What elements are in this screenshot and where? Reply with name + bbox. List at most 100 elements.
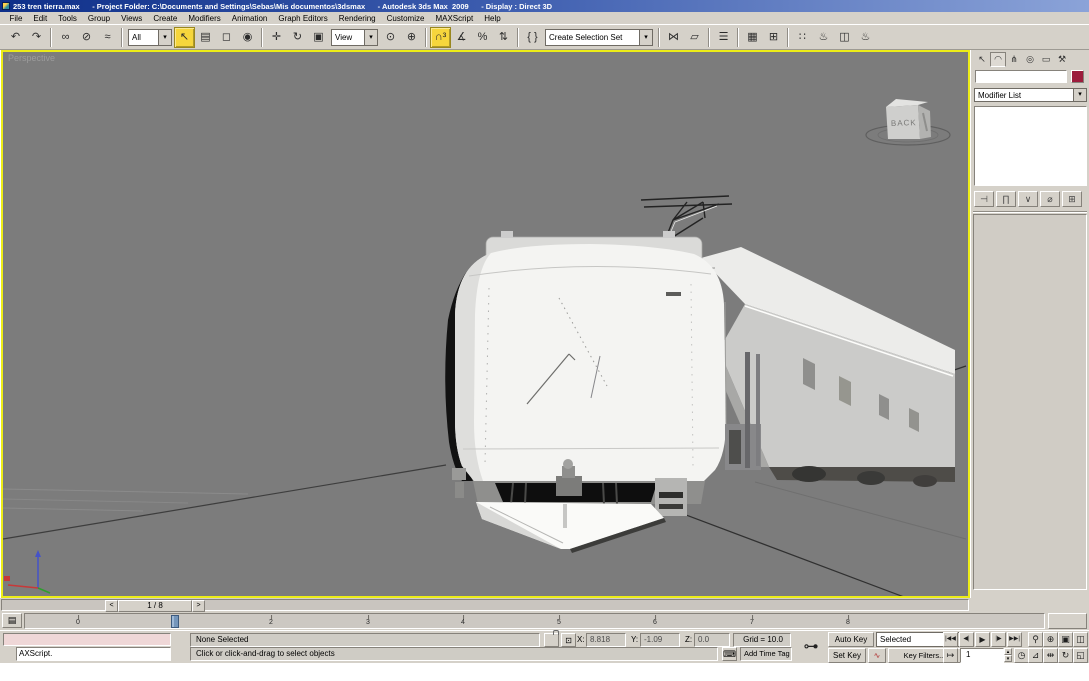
perspective-viewport[interactable]: BACK Perspective (1, 50, 970, 598)
menu-rendering[interactable]: Rendering (333, 14, 381, 23)
select-and-rotate-icon[interactable]: ↻ (287, 27, 308, 48)
selection-filter-dropdown[interactable]: All ▾ (128, 29, 172, 46)
percent-snap-icon[interactable]: % (472, 27, 493, 48)
tab-motion-icon[interactable]: ◎ (1022, 52, 1038, 67)
quick-render-icon[interactable]: ♨ (855, 27, 876, 48)
snap-toggle-3d-icon[interactable]: ∩³ (430, 27, 451, 48)
frame-spinner[interactable]: ▴ ▾ (1004, 648, 1012, 663)
add-time-tag-field[interactable]: Add Time Tag (740, 647, 792, 661)
render-setup-icon[interactable]: ♨ (813, 27, 834, 48)
rendered-frame-window-icon[interactable]: ◫ (834, 27, 855, 48)
select-and-link-icon[interactable]: ∞ (55, 27, 76, 48)
rollout-area[interactable] (973, 214, 1087, 590)
track-bar-ruler[interactable]: 0 1 2 3 4 5 6 7 8 (24, 613, 1045, 629)
angle-snap-icon[interactable]: ∡ (451, 27, 472, 48)
use-pivot-point-center-icon[interactable]: ⊙ (380, 27, 401, 48)
selection-lock-toggle[interactable] (544, 633, 559, 647)
view-cube[interactable]: BACK (866, 99, 950, 145)
menu-views[interactable]: Views (116, 14, 148, 23)
train-model[interactable] (445, 196, 955, 553)
modifier-stack-list[interactable] (974, 106, 1087, 186)
select-and-move-icon[interactable]: ✛ (266, 27, 287, 48)
curve-editor-icon[interactable]: ▦ (742, 27, 763, 48)
spinner-down-icon[interactable]: ▾ (1004, 655, 1012, 662)
time-slider-frame-label[interactable]: 1 / 8 (118, 600, 192, 612)
modifier-list-dropdown[interactable]: Modifier List ▾ (974, 88, 1087, 102)
spinner-up-icon[interactable]: ▴ (1004, 648, 1012, 655)
mirror-icon[interactable]: ⋈ (663, 27, 684, 48)
redo-icon[interactable]: ↷ (26, 27, 47, 48)
next-frame-button[interactable]: |▶ (991, 632, 1006, 647)
play-button[interactable]: ▶ (975, 632, 990, 647)
object-color-swatch[interactable] (1071, 70, 1084, 83)
material-editor-icon[interactable]: ∷ (792, 27, 813, 48)
next-frame-arrow-icon[interactable]: > (192, 600, 205, 612)
tab-utilities-icon[interactable]: ⚒ (1054, 52, 1070, 67)
y-coordinate-field[interactable]: -1.09 (640, 633, 680, 647)
viewport-3d-scene[interactable]: BACK (3, 52, 968, 596)
current-frame-field[interactable]: 1 (960, 648, 1004, 663)
previous-frame-arrow-icon[interactable]: < (105, 600, 118, 612)
tab-display-icon[interactable]: ▭ (1038, 52, 1054, 67)
rectangular-selection-region-icon[interactable]: ◻ (216, 27, 237, 48)
tab-create-icon[interactable]: ↖ (974, 52, 990, 67)
maxscript-mini-listener[interactable]: AXScript. (16, 647, 171, 661)
chevron-down-icon[interactable]: ▾ (158, 30, 171, 45)
menu-help[interactable]: Help (479, 14, 506, 23)
default-tangent-icon[interactable]: ∿ (868, 648, 886, 663)
previous-frame-button[interactable]: ◀| (959, 632, 974, 647)
tab-modify-icon[interactable]: ◠ (990, 52, 1006, 67)
time-slider-handle[interactable]: < 1 / 8 > (105, 600, 205, 612)
zoom-extents-icon[interactable]: ▣ (1058, 632, 1073, 647)
keyboard-shortcut-override-icon[interactable]: ⌨ (722, 647, 737, 661)
current-frame-marker[interactable] (171, 615, 179, 628)
mini-curve-editor-button[interactable]: ▤ (2, 613, 22, 628)
title-bar[interactable]: 253 tren tierra.max - Project Folder: C:… (0, 0, 1089, 12)
viewcube-face-label[interactable]: BACK (891, 118, 917, 128)
unlink-selection-icon[interactable]: ⊘ (76, 27, 97, 48)
go-to-start-button[interactable]: |◀◀ (943, 632, 958, 647)
go-to-end-button[interactable]: ▶▶| (1007, 632, 1022, 647)
pan-icon[interactable]: ⇹ (1043, 648, 1058, 663)
zoom-icon[interactable]: ⚲ (1028, 632, 1043, 647)
chevron-down-icon[interactable]: ▾ (639, 30, 652, 45)
set-key-button[interactable]: Set Key (828, 648, 866, 663)
macro-recorder-field[interactable] (3, 633, 171, 646)
make-unique-icon[interactable]: ∨ (1018, 191, 1038, 207)
menu-modifiers[interactable]: Modifiers (183, 14, 226, 23)
chevron-down-icon[interactable]: ▾ (1073, 89, 1086, 101)
menu-edit[interactable]: Edit (28, 14, 53, 23)
menu-graph-editors[interactable]: Graph Editors (273, 14, 333, 23)
menu-maxscript[interactable]: MAXScript (430, 14, 479, 23)
chevron-down-icon[interactable]: ▾ (364, 30, 377, 45)
select-and-scale-icon[interactable]: ▣ (308, 27, 329, 48)
z-coordinate-field[interactable]: 0.0 (694, 633, 730, 647)
menu-group[interactable]: Group (82, 14, 115, 23)
absolute-mode-toggle[interactable]: ⊡ (561, 633, 576, 647)
menu-create[interactable]: Create (148, 14, 183, 23)
set-keys-key-icon[interactable]: ⊶ (799, 638, 823, 656)
configure-modifier-sets-icon[interactable]: ⊞ (1062, 191, 1082, 207)
menu-animation[interactable]: Animation (226, 14, 273, 23)
align-icon[interactable]: ▱ (684, 27, 705, 48)
reference-coordinate-dropdown[interactable]: View ▾ (331, 29, 378, 46)
named-selection-set-dropdown[interactable]: Create Selection Set ▾ (545, 29, 653, 46)
undo-icon[interactable]: ↶ (5, 27, 26, 48)
time-slider-track[interactable]: < 1 / 8 > (1, 599, 969, 611)
menu-file[interactable]: File (4, 14, 28, 23)
zoom-all-icon[interactable]: ⊕ (1043, 632, 1058, 647)
time-configuration-button[interactable]: ◷ (1014, 648, 1029, 663)
menu-tools[interactable]: Tools (53, 14, 83, 23)
layer-manager-icon[interactable]: ☰ (713, 27, 734, 48)
pin-stack-icon[interactable]: ⊣ (974, 191, 994, 207)
spinner-snap-icon[interactable]: ⇅ (493, 27, 514, 48)
select-object-icon[interactable]: ↖ (174, 27, 195, 48)
zoom-extents-all-icon[interactable]: ◫ (1073, 632, 1088, 647)
viewport-label[interactable]: Perspective (8, 53, 55, 63)
select-and-manipulate-icon[interactable]: ⊕ (401, 27, 422, 48)
auto-key-button[interactable]: Auto Key (828, 632, 874, 647)
menu-customize[interactable]: Customize (381, 14, 430, 23)
window-crossing-icon[interactable]: ◉ (237, 27, 258, 48)
min-max-toggle-icon[interactable]: ◱ (1073, 648, 1088, 663)
show-end-result-icon[interactable]: ∏ (996, 191, 1016, 207)
